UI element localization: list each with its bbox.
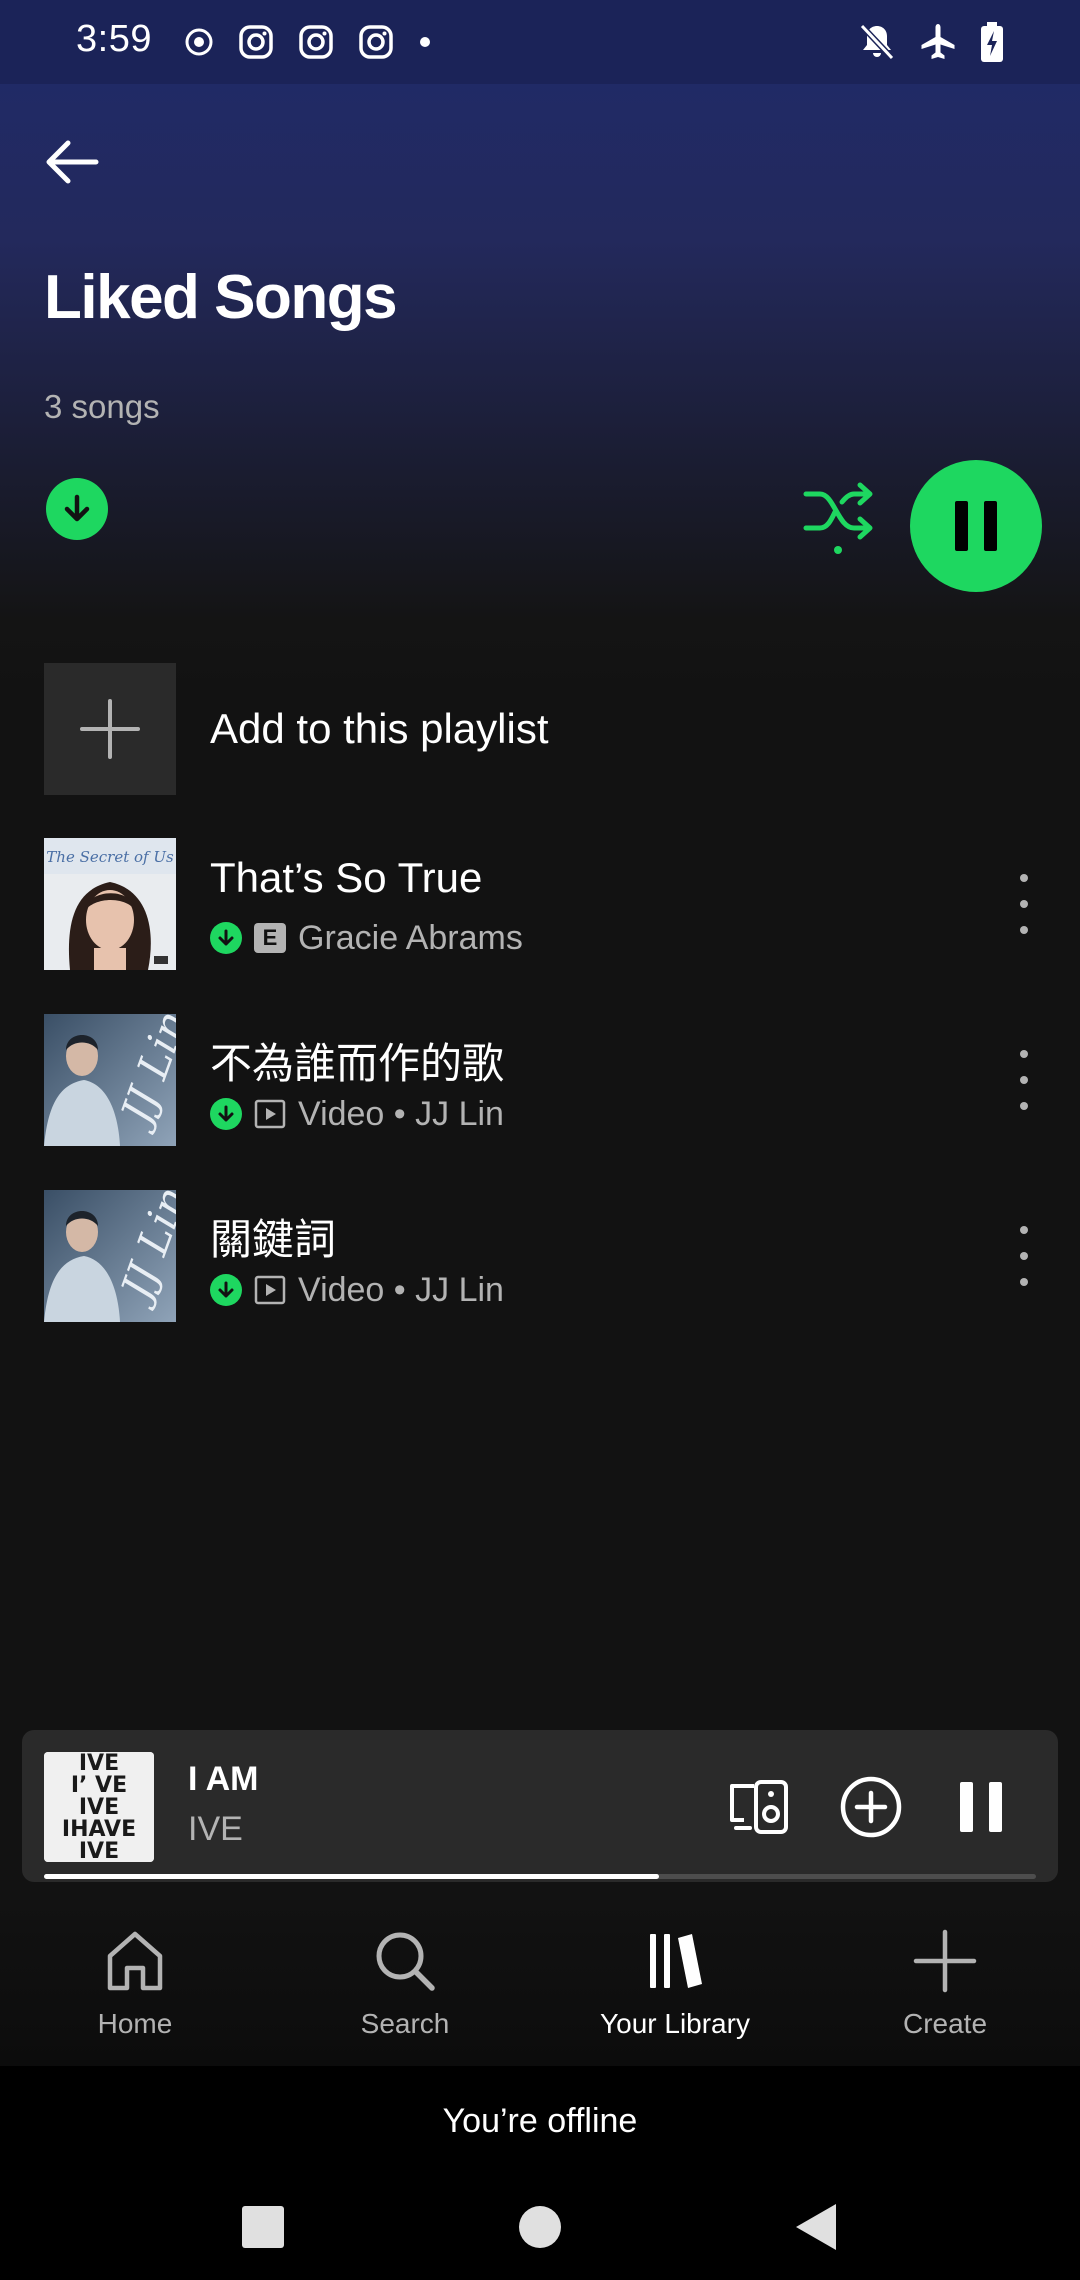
nav-search[interactable]: Search: [270, 1896, 540, 2066]
pause-button[interactable]: [910, 460, 1042, 592]
song-count: 3 songs: [44, 388, 160, 425]
mini-player-title: I AM: [188, 1760, 259, 1798]
track-title: 關鍵詞: [210, 1216, 337, 1263]
track-artist: Gracie Abrams: [298, 918, 523, 957]
explicit-icon: E: [254, 923, 286, 953]
svg-text:The Secret of Us: The Secret of Us: [46, 848, 174, 866]
home-circle-icon[interactable]: [509, 2196, 571, 2258]
track-row[interactable]: JJ Lin 關鍵詞 Video • JJ Lin: [44, 1190, 1044, 1322]
more-options-icon[interactable]: [1004, 1226, 1044, 1286]
plus-icon: [80, 699, 140, 759]
mini-pause-icon[interactable]: [948, 1774, 1014, 1840]
nav-home[interactable]: Home: [0, 1896, 270, 2066]
track-meta: E Gracie Abrams: [210, 918, 523, 958]
track-title: 不為誰而作的歌: [210, 1040, 505, 1087]
back-arrow-icon[interactable]: [40, 130, 104, 194]
downloaded-icon: [210, 922, 242, 954]
nav-create[interactable]: Create: [810, 1896, 1080, 2066]
instagram-icon: [299, 25, 333, 59]
pause-icon: [955, 501, 997, 551]
back-triangle-icon[interactable]: [786, 2196, 848, 2258]
track-artist: Video • JJ Lin: [298, 1094, 504, 1133]
playback-progress-bar[interactable]: [44, 1874, 1036, 1879]
system-nav-bar: [0, 2176, 1080, 2280]
more-options-icon[interactable]: [1004, 1050, 1044, 1110]
download-icon: [64, 494, 90, 522]
mini-player-artist: IVE: [188, 1810, 243, 1848]
track-meta: Video • JJ Lin: [210, 1270, 504, 1310]
offline-text: You’re offline: [442, 2101, 638, 2140]
add-box: [44, 663, 176, 795]
instagram-icon: [359, 25, 393, 59]
mini-player[interactable]: IVE I’ VE IVE IHAVE IVE I AM IVE: [22, 1730, 1058, 1882]
mini-art-text: IVE: [79, 1839, 119, 1862]
home-icon: [107, 1931, 163, 1991]
battery-charging-icon: [981, 22, 1003, 62]
search-icon: [376, 1932, 435, 1991]
recents-icon[interactable]: [232, 2196, 294, 2258]
add-to-playlist-label: Add to this playlist: [210, 705, 549, 752]
status-time: 3:59: [76, 18, 152, 60]
record-icon: [185, 28, 213, 56]
downloaded-icon: [210, 1098, 242, 1130]
video-icon: [254, 1275, 286, 1305]
album-art: The Secret of Us: [44, 838, 176, 970]
download-button[interactable]: [46, 478, 108, 540]
shuffle-icon[interactable]: [800, 476, 880, 556]
screen: 3:59 Liked Songs 3 songs Add to this pla…: [0, 0, 1080, 2280]
bottom-nav: Home Search Your Library Create: [0, 1896, 1080, 2066]
status-bar: 3:59: [0, 0, 1080, 84]
video-icon: [254, 1099, 286, 1129]
nav-your-library[interactable]: Your Library: [540, 1896, 810, 2066]
status-left-icons: [184, 22, 432, 62]
library-icon: [650, 1934, 702, 1988]
add-to-playlist-row[interactable]: Add to this playlist: [44, 662, 1044, 796]
status-right-icons: [858, 20, 1004, 64]
track-row[interactable]: JJ Lin 不為誰而作的歌 Video • JJ Lin: [44, 1014, 1044, 1146]
add-to-library-icon[interactable]: [838, 1774, 904, 1840]
album-art: JJ Lin: [44, 1014, 176, 1146]
airplane-mode-icon: [921, 24, 955, 59]
nav-label: Your Library: [600, 2008, 750, 2039]
nav-label: Search: [360, 2008, 450, 2039]
nav-label: Create: [902, 2008, 988, 2039]
track-meta: Video • JJ Lin: [210, 1094, 504, 1134]
nav-label: Home: [97, 2008, 173, 2039]
playback-progress-fill: [44, 1874, 660, 1879]
track-artist: Video • JJ Lin: [298, 1270, 504, 1309]
album-art: JJ Lin: [44, 1190, 176, 1322]
track-row[interactable]: The Secret of Us That’s So True E Gracie…: [44, 838, 1044, 970]
dot-icon: [420, 37, 430, 47]
more-options-icon[interactable]: [1004, 874, 1044, 934]
instagram-icon: [239, 25, 273, 59]
offline-banner: You’re offline: [0, 2066, 1080, 2176]
plus-icon: [913, 1929, 977, 1993]
mini-player-art: IVE I’ VE IVE IHAVE IVE: [44, 1752, 154, 1862]
notifications-off-icon: [859, 23, 895, 61]
connect-device-icon[interactable]: [726, 1774, 792, 1840]
page-title: Liked Songs: [44, 263, 398, 332]
downloaded-icon: [210, 1274, 242, 1306]
track-title: That’s So True: [210, 854, 483, 901]
